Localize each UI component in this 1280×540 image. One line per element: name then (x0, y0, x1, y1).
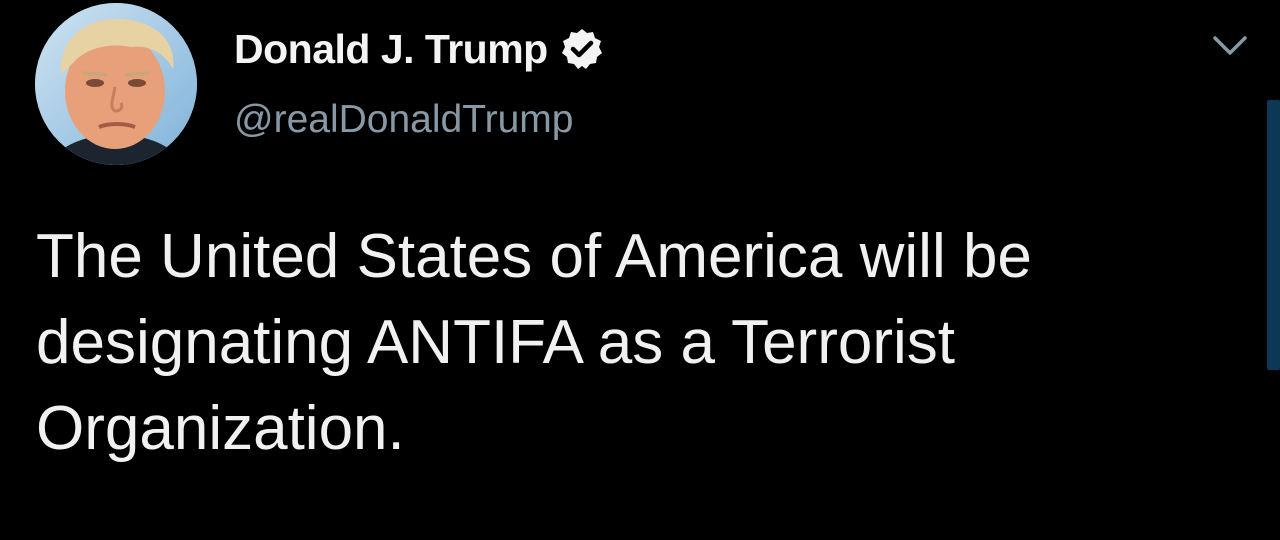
author-name-row[interactable]: Donald J. Trump (234, 22, 604, 76)
display-name[interactable]: Donald J. Trump (234, 26, 548, 73)
author-handle[interactable]: @realDonaldTrump (234, 98, 573, 142)
tweet-text: The United States of America will be des… (36, 222, 1032, 463)
chevron-down-icon[interactable] (1209, 28, 1251, 64)
avatar-image (35, 3, 197, 165)
avatar[interactable] (35, 3, 197, 165)
tweet: Donald J. Trump @realDonaldTrump The Uni… (0, 0, 1280, 540)
scrollbar[interactable] (1267, 100, 1280, 370)
verified-badge-icon (560, 27, 604, 71)
